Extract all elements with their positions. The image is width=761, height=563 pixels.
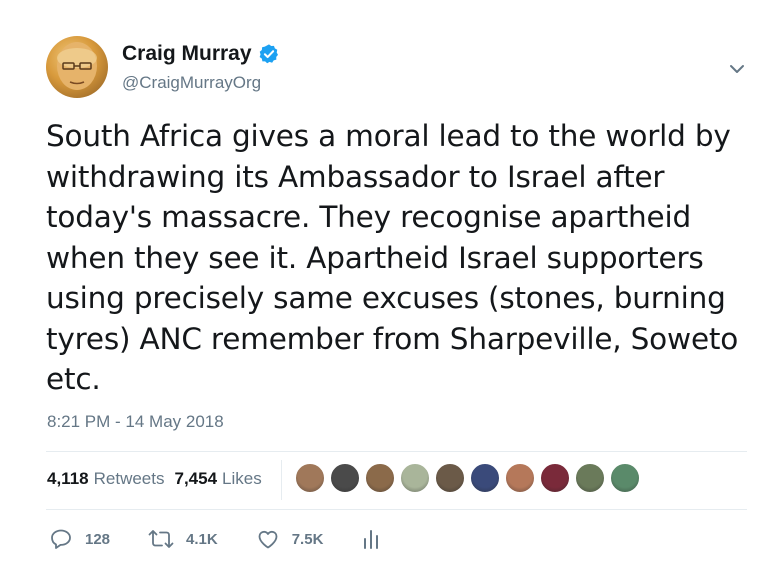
divider-top (46, 451, 747, 452)
retweet-button[interactable]: 4.1K (148, 527, 218, 551)
liker-avatar[interactable] (400, 463, 430, 493)
tweet-text: South Africa gives a moral lead to the w… (46, 119, 739, 396)
like-count: 7.5K (291, 530, 324, 548)
avatar[interactable] (46, 36, 108, 98)
reply-icon (49, 527, 73, 551)
heart-icon (256, 527, 280, 551)
tweet-actions: 128 4.1K 7.5K (49, 527, 381, 551)
reply-button[interactable]: 128 (49, 527, 110, 551)
retweets-label: Retweets (93, 469, 165, 488)
verified-badge-icon (258, 43, 280, 65)
liker-avatars (295, 463, 645, 493)
liker-avatar[interactable] (610, 463, 640, 493)
liker-avatar[interactable] (295, 463, 325, 493)
liker-avatar[interactable] (470, 463, 500, 493)
liker-avatar[interactable] (540, 463, 570, 493)
retweets-count: 4,118 (47, 469, 89, 488)
likes-stat[interactable]: 7,454 Likes (174, 469, 261, 489)
liker-avatar[interactable] (330, 463, 360, 493)
liker-avatar[interactable] (575, 463, 605, 493)
stats-divider (281, 460, 282, 500)
chevron-down-icon[interactable] (726, 58, 748, 80)
tweet-card: Craig Murray @CraigMurrayOrg South Afric… (0, 0, 761, 563)
tweet-timestamp[interactable]: 8:21 PM - 14 May 2018 (47, 412, 224, 432)
retweet-count: 4.1K (186, 530, 218, 548)
liker-avatar[interactable] (505, 463, 535, 493)
analytics-icon (361, 527, 381, 551)
author-handle[interactable]: @CraigMurrayOrg (122, 73, 261, 93)
liker-avatar[interactable] (435, 463, 465, 493)
likes-count: 7,454 (174, 469, 218, 488)
engagement-stats: 4,118 Retweets 7,454 Likes (47, 469, 272, 489)
author-name[interactable]: Craig Murray (122, 42, 252, 66)
like-button[interactable]: 7.5K (256, 527, 324, 551)
analytics-button[interactable] (361, 527, 381, 551)
reply-count: 128 (85, 530, 111, 548)
divider-bottom (46, 509, 747, 510)
liker-avatar[interactable] (365, 463, 395, 493)
likes-label: Likes (222, 469, 262, 488)
retweets-stat[interactable]: 4,118 Retweets (47, 469, 164, 489)
retweet-icon (148, 527, 174, 551)
author-name-row[interactable]: Craig Murray (122, 42, 280, 66)
